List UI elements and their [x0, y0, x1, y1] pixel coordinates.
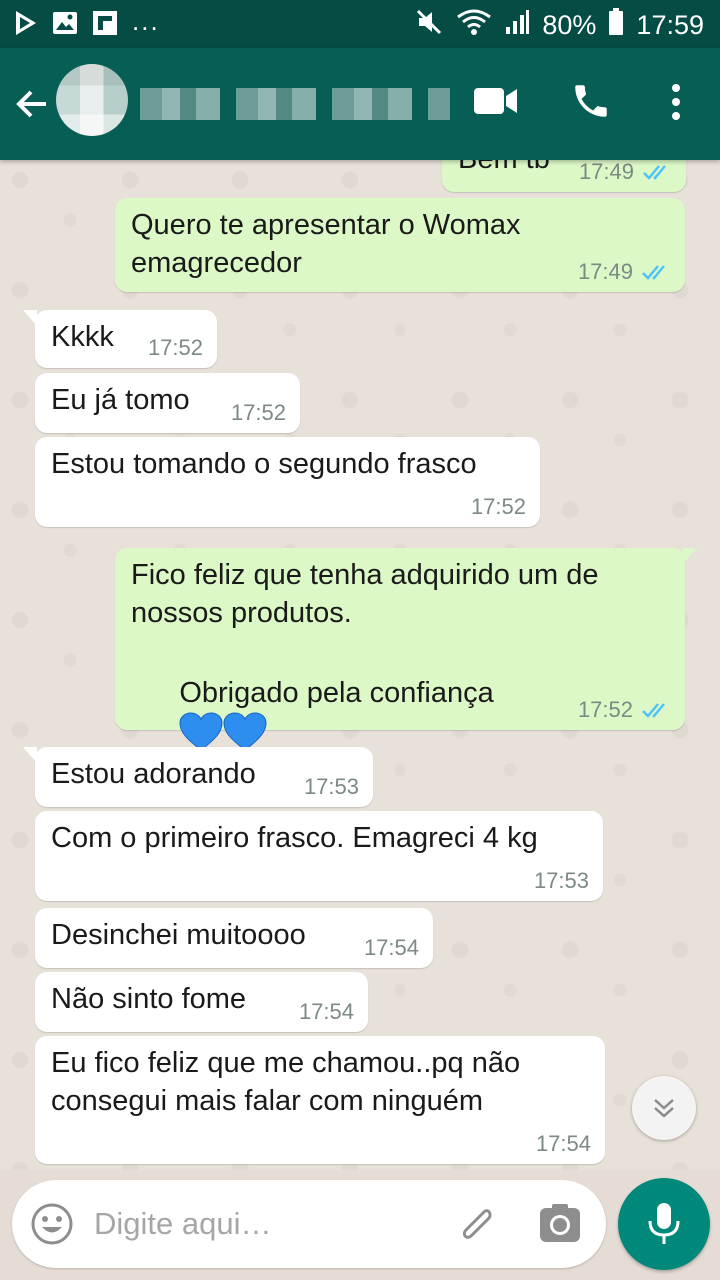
message-time: 17:54: [363, 935, 419, 960]
message-text: Eu já tomo: [51, 384, 190, 416]
message-incoming[interactable]: Estou adorando 17:53: [23, 747, 373, 807]
message-text: Kkkk: [51, 321, 114, 353]
status-time: 17:59: [636, 10, 704, 40]
play-store-icon: [14, 10, 38, 41]
gallery-icon: [52, 11, 78, 40]
message-text: Estou adorando: [51, 758, 256, 790]
signal-icon: [504, 9, 530, 42]
message-time: 17:54: [535, 1131, 591, 1156]
message-text: Estou tomando o segundo frasco: [51, 448, 477, 480]
battery-percent: 80%: [542, 10, 597, 40]
phone-icon[interactable]: [570, 80, 612, 127]
message-time: 17:52: [577, 697, 633, 722]
more-vert-icon[interactable]: [664, 80, 688, 129]
message-outgoing[interactable]: Bem tb 17:49: [442, 160, 686, 192]
message-time: 17:49: [577, 259, 633, 284]
message-incoming[interactable]: Com o primeiro frasco. Emagreci 4 kg 17:…: [35, 811, 603, 901]
message-time: 17:52: [470, 494, 526, 519]
message-text: Quero te apresentar o Womax emagrecedor: [131, 209, 521, 279]
message-text-line: Obrigado pela confiança: [179, 677, 494, 709]
wifi-icon: [456, 9, 492, 42]
contact-name-blurred[interactable]: [140, 88, 450, 120]
message-time: 17:54: [298, 999, 354, 1024]
back-arrow-icon[interactable]: [14, 86, 50, 122]
attach-clip-icon[interactable]: [452, 1200, 500, 1253]
message-time: 17:52: [147, 335, 203, 360]
chat-toolbar: [0, 48, 720, 160]
message-text: Desinchei muitoooo: [51, 919, 306, 951]
message-incoming[interactable]: Eu fico feliz que me chamou..pq não cons…: [35, 1036, 605, 1164]
contact-avatar[interactable]: [56, 64, 128, 136]
mic-icon: [648, 1203, 680, 1244]
blue-heart-icon: [223, 712, 267, 751]
message-incoming[interactable]: Estou tomando o segundo frasco 17:52: [35, 437, 540, 527]
emoji-icon[interactable]: [30, 1202, 74, 1251]
message-composer: [12, 1180, 606, 1268]
message-incoming[interactable]: Não sinto fome 17:54: [35, 972, 368, 1032]
message-incoming[interactable]: Eu já tomo 17:52: [35, 373, 300, 433]
message-text: Bem tb: [458, 160, 550, 178]
message-time: 17:53: [533, 868, 589, 893]
read-ticks-icon: [642, 265, 665, 280]
chat-messages[interactable]: Bem tb 17:49 Quero te apresentar o Womax…: [0, 160, 720, 1170]
chevron-double-down-icon: [654, 1099, 674, 1118]
flipboard-icon: [92, 10, 118, 41]
voice-record-button[interactable]: [618, 1178, 710, 1270]
message-time: 17:53: [303, 774, 359, 799]
blue-heart-icon: [179, 712, 223, 751]
battery-icon: [608, 8, 624, 43]
scroll-to-bottom-button[interactable]: [632, 1076, 696, 1140]
mute-icon: [416, 9, 444, 42]
message-incoming[interactable]: Kkkk 17:52: [23, 310, 217, 368]
message-outgoing[interactable]: Fico feliz que tenha adquirido um de nos…: [115, 548, 697, 751]
camera-icon[interactable]: [538, 1202, 582, 1251]
message-text: Com o primeiro frasco. Emagreci 4 kg: [51, 822, 538, 854]
message-text: Eu fico feliz que me chamou..pq não cons…: [51, 1047, 521, 1117]
message-time: 17:49: [578, 160, 634, 184]
message-incoming[interactable]: Desinchei muitoooo 17:54: [35, 908, 433, 968]
read-ticks-icon: [642, 703, 665, 718]
status-overflow: ...: [132, 6, 160, 36]
message-time: 17:52: [230, 400, 286, 425]
message-input[interactable]: [94, 1200, 434, 1248]
message-outgoing[interactable]: Quero te apresentar o Womax emagrecedor …: [115, 198, 685, 292]
video-call-icon[interactable]: [474, 86, 518, 121]
message-text: Não sinto fome: [51, 983, 247, 1015]
message-text: Fico feliz que tenha adquirido um de nos…: [131, 559, 599, 629]
status-bar: ... 80% 17:59: [0, 0, 720, 48]
read-ticks-icon: [643, 165, 666, 180]
